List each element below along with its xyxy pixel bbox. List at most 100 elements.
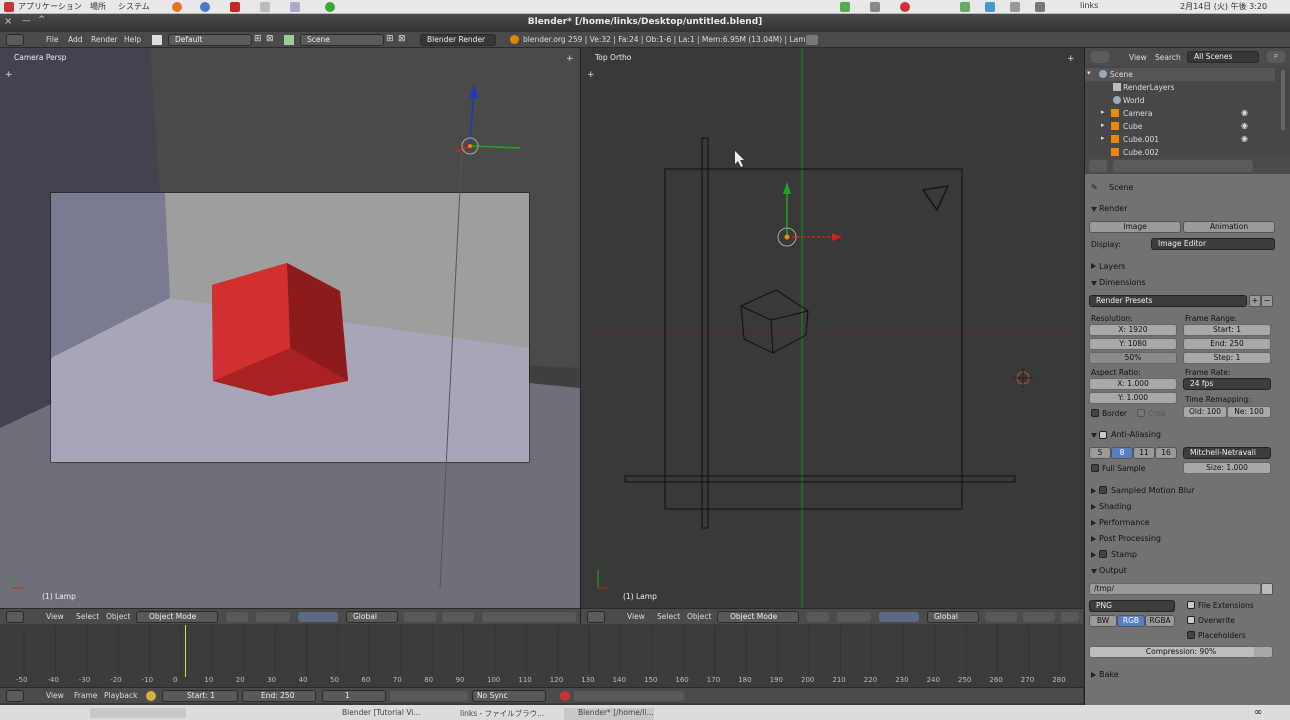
panel-collapsed-icon[interactable] <box>1091 552 1096 558</box>
layers-grid-1[interactable] <box>404 612 436 622</box>
layers-grid-1[interactable] <box>985 612 1017 622</box>
editor-type-icon[interactable] <box>6 611 24 623</box>
panel-collapsed-icon[interactable] <box>1091 504 1096 510</box>
render-presets-select[interactable]: Render Presets <box>1089 295 1247 307</box>
tray-icon-1[interactable] <box>840 2 850 12</box>
outliner-row[interactable]: ▸ Camera ◉ <box>1085 107 1275 120</box>
snap-icon[interactable] <box>1061 612 1079 622</box>
outliner-row[interactable]: ▸ Cube ◉ <box>1085 120 1275 133</box>
panel-output-title[interactable]: Output <box>1099 566 1127 575</box>
viewport-widget-icon[interactable]: + <box>1067 54 1075 64</box>
menu-help[interactable]: Help <box>124 34 141 46</box>
viewport-widget-icon[interactable]: + <box>566 54 574 64</box>
tray-icon-4[interactable] <box>960 2 970 12</box>
expand-icon[interactable]: ▾ <box>1087 69 1091 77</box>
aspect-y-field[interactable]: Y: 1.000 <box>1089 392 1177 404</box>
outliner-menu-search[interactable]: Search <box>1155 52 1181 64</box>
outliner-filter-select[interactable]: All Scenes <box>1187 51 1259 63</box>
outliner-row[interactable]: ▸ Cube.001 ◉ <box>1085 133 1275 146</box>
outliner-row[interactable]: RenderLayers <box>1085 81 1275 94</box>
menu-object[interactable]: Object <box>687 612 711 621</box>
menu-object[interactable]: Object <box>106 612 130 621</box>
network-icon[interactable] <box>985 2 995 12</box>
timeline-menu-view[interactable]: View <box>46 691 64 700</box>
panel-anti-aliasing-title[interactable]: Anti-Aliasing <box>1111 430 1161 439</box>
area-divider[interactable] <box>580 48 581 624</box>
editor-type-icon[interactable] <box>1091 51 1109 63</box>
add-preset-icon[interactable]: + <box>1249 295 1261 307</box>
visibility-eye-icon[interactable]: ◉ <box>1241 108 1248 117</box>
layers-grid-2[interactable] <box>1023 612 1055 622</box>
pivot-select-icon[interactable] <box>256 612 290 622</box>
menu-applications[interactable]: アプリケーション <box>18 1 82 12</box>
aspect-x-field[interactable]: X: 1.000 <box>1089 378 1177 390</box>
pin-icon[interactable]: ✎ <box>1091 183 1098 192</box>
panel-post-processing-title[interactable]: Post Processing <box>1099 534 1161 543</box>
mail-icon[interactable] <box>1035 2 1045 12</box>
outliner-row[interactable]: ▾ Scene <box>1085 68 1275 81</box>
remove-preset-icon[interactable]: − <box>1261 295 1273 307</box>
outliner-row[interactable]: World <box>1085 94 1275 107</box>
shading-select-icon[interactable] <box>226 612 248 622</box>
text-editor-icon[interactable] <box>260 2 270 12</box>
snap-tools-icons[interactable] <box>482 612 576 622</box>
panel-motion-blur-title[interactable]: Sampled Motion Blur <box>1111 486 1194 495</box>
tray-icon-3[interactable] <box>900 2 910 12</box>
compression-slider[interactable]: Compression: 90% <box>1089 646 1273 658</box>
clock[interactable]: 2月14日 (火) 午後 3:20 <box>1180 1 1267 12</box>
tray-icon-2[interactable] <box>870 2 880 12</box>
outliner-scrollbar[interactable] <box>1281 70 1285 130</box>
chrome-icon[interactable] <box>325 2 335 12</box>
remove-scene-icon[interactable]: ⊠ <box>398 34 406 44</box>
scene-icon[interactable] <box>284 35 294 45</box>
orientation-select[interactable]: Global <box>346 611 398 623</box>
taskbar-item[interactable]: Blender* [/home/li... <box>564 708 654 720</box>
taskbar-item[interactable]: links - ファイルブラウ... <box>446 708 544 720</box>
expand-icon[interactable]: ▸ <box>1101 134 1105 142</box>
menu-select[interactable]: Select <box>76 612 99 621</box>
panel-expanded-icon[interactable] <box>1091 433 1097 438</box>
aa-samples-16[interactable]: 16 <box>1155 447 1177 459</box>
timeline-menu-playback[interactable]: Playback <box>104 691 137 700</box>
color-bw-button[interactable]: BW <box>1089 615 1117 627</box>
workspace-switcher-icon[interactable]: ∞ <box>1254 707 1262 718</box>
panel-shading-title[interactable]: Shading <box>1099 502 1132 511</box>
editor-type-icon[interactable] <box>587 611 605 623</box>
menu-places[interactable]: 場所 <box>90 1 106 12</box>
folder-browse-icon[interactable] <box>1261 583 1273 595</box>
menu-render[interactable]: Render <box>91 34 118 46</box>
editor-type-icon[interactable] <box>1089 160 1107 172</box>
viewport-camera[interactable]: Camera Persp (1) Lamp + + <box>0 48 580 608</box>
manipulator-toggle-icon[interactable] <box>879 612 919 622</box>
menu-file[interactable]: File <box>46 34 59 46</box>
panel-collapsed-icon[interactable] <box>1091 263 1096 269</box>
user-name[interactable]: links <box>1080 1 1098 10</box>
pivot-select-icon[interactable] <box>837 612 871 622</box>
frame-start-field[interactable]: Start: 1 <box>1183 324 1271 336</box>
layers-grid-2[interactable] <box>442 612 474 622</box>
crop-checkbox[interactable] <box>1137 409 1145 417</box>
outliner-row[interactable]: Cube.002 <box>1085 146 1275 156</box>
keying-set-field[interactable] <box>574 691 684 701</box>
file-icon[interactable] <box>290 2 300 12</box>
screen-layout-select[interactable]: Default <box>168 34 252 46</box>
file-format-select[interactable]: PNG <box>1089 600 1175 612</box>
menu-select[interactable]: Select <box>657 612 680 621</box>
editor-type-icon[interactable] <box>6 690 24 702</box>
anti-aliasing-checkbox[interactable] <box>1099 431 1107 439</box>
placeholders-checkbox[interactable] <box>1187 631 1195 639</box>
mode-select[interactable]: Object Mode <box>717 611 799 623</box>
toolshelf-toggle-icon[interactable]: + <box>587 70 595 80</box>
scene-select[interactable]: Scene <box>300 34 384 46</box>
timeline-menu-frame[interactable]: Frame <box>74 691 97 700</box>
aa-size-field[interactable]: Size: 1.000 <box>1183 462 1271 474</box>
frame-step-field[interactable]: Step: 1 <box>1183 352 1271 364</box>
shading-select-icon[interactable] <box>807 612 829 622</box>
taskbar-item[interactable]: Blender [Tutorial Vi... <box>328 708 421 720</box>
expand-icon[interactable]: ▸ <box>1101 108 1105 116</box>
resolution-y-field[interactable]: Y: 1080 <box>1089 338 1177 350</box>
frame-start-field[interactable]: Start: 1 <box>162 690 238 702</box>
visibility-eye-icon[interactable]: ◉ <box>1241 134 1248 143</box>
color-rgb-button[interactable]: RGB <box>1117 615 1145 627</box>
stamp-checkbox[interactable] <box>1099 550 1107 558</box>
